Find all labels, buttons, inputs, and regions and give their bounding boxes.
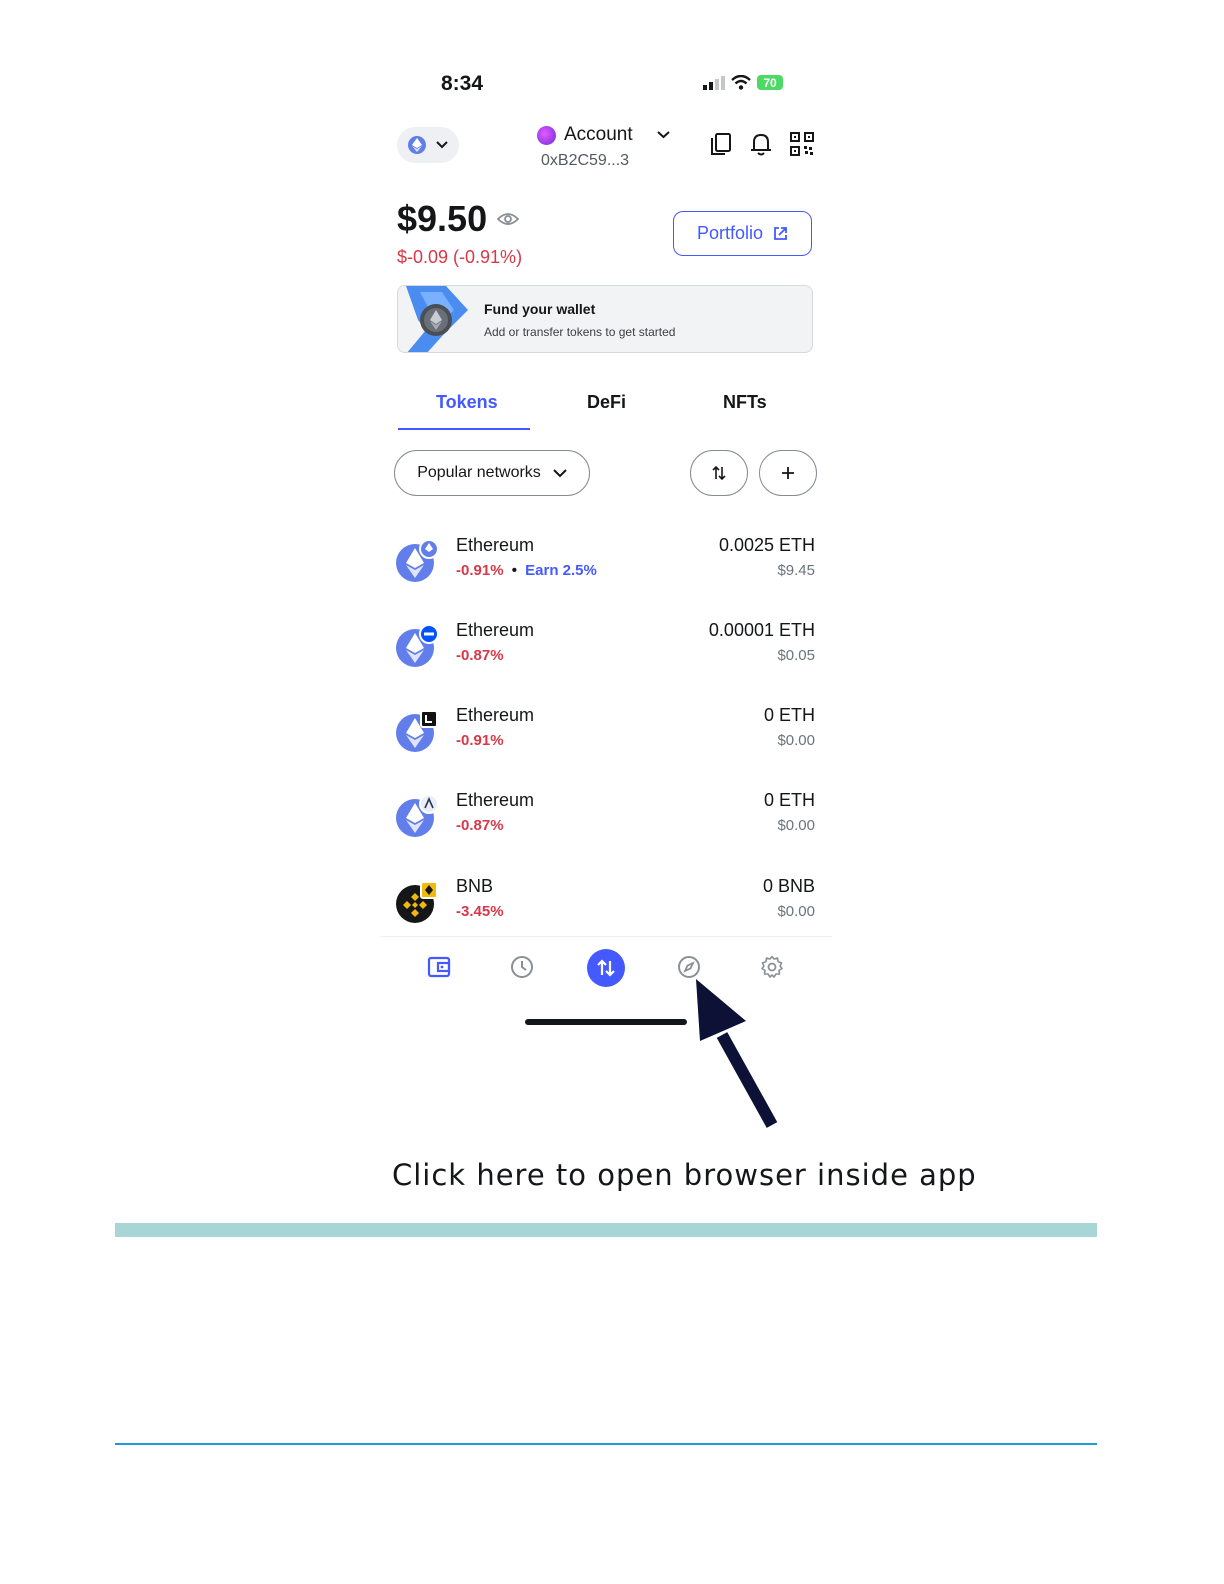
- battery-icon: 70: [757, 75, 783, 90]
- token-change-value: -0.91%: [456, 562, 504, 579]
- token-amount: 0.00001 ETH: [708, 620, 815, 640]
- token-fiat: $0.00: [777, 903, 815, 920]
- external-link-icon: [774, 227, 787, 240]
- token-change: -0.91%: [456, 732, 504, 749]
- status-icons: 70: [703, 75, 783, 90]
- token-row[interactable]: BNB -3.45% 0 BNB $0.00: [395, 876, 817, 936]
- popular-networks-filter[interactable]: Popular networks: [394, 450, 590, 496]
- tab-defi[interactable]: DeFi: [587, 392, 626, 413]
- token-amount: 0.0025 ETH: [718, 535, 815, 555]
- filter-label: Popular networks: [417, 464, 541, 481]
- copy-icon[interactable]: [710, 132, 732, 156]
- token-fiat: $0.05: [777, 647, 815, 664]
- token-amount: 0 ETH: [763, 705, 815, 725]
- signal-icon: [703, 75, 725, 90]
- clock-icon[interactable]: [510, 955, 534, 979]
- sort-arrows-icon: [712, 465, 726, 481]
- network-selector[interactable]: [397, 127, 459, 163]
- bell-icon[interactable]: [750, 132, 772, 156]
- header-actions: [710, 132, 814, 156]
- avatar: [537, 125, 556, 145]
- home-indicator: [525, 1019, 687, 1025]
- fund-wallet-illustration: [406, 286, 468, 352]
- ethereum-base-token-icon: [396, 624, 439, 667]
- wallet-icon[interactable]: [427, 955, 451, 979]
- token-change: -0.91% • Earn 2.5%: [456, 562, 597, 579]
- token-row[interactable]: Ethereum -0.87% 0 ETH $0.00: [395, 790, 817, 850]
- token-change: -0.87%: [456, 647, 504, 664]
- annotation-caption: Click here to open browser inside app: [392, 1158, 977, 1192]
- token-name: Ethereum: [456, 620, 535, 640]
- token-fiat: $0.00: [777, 732, 815, 749]
- active-tab-indicator: [398, 428, 530, 430]
- account-name: Account: [564, 124, 633, 145]
- token-fiat: $0.00: [777, 817, 815, 834]
- token-row[interactable]: Ethereum -0.91% 0 ETH $0.00: [395, 705, 817, 765]
- status-time: 8:34: [441, 72, 484, 95]
- token-row[interactable]: Ethereum -0.91% • Earn 2.5% 0.0025 ETH $…: [395, 535, 817, 595]
- fund-card-title: Fund your wallet: [484, 301, 596, 317]
- ethereum-icon: [408, 136, 426, 154]
- balance-change: $-0.09 (-0.91%): [397, 247, 523, 267]
- account-address[interactable]: 0xB2C59...3: [541, 152, 629, 170]
- ethereum-linea-token-icon: [396, 710, 438, 752]
- earn-link[interactable]: Earn 2.5%: [525, 562, 597, 579]
- chevron-down-icon: [436, 141, 448, 149]
- tab-tokens[interactable]: Tokens: [436, 392, 498, 413]
- ethereum-arbitrum-token-icon: [396, 794, 439, 837]
- separator-dot: •: [511, 562, 517, 579]
- ethereum-earn-token-icon: [396, 539, 439, 582]
- add-token-button[interactable]: [759, 450, 817, 496]
- qr-scan-icon[interactable]: [790, 132, 814, 156]
- token-amount: 0 BNB: [762, 876, 815, 896]
- chevron-down-icon: [553, 468, 567, 477]
- token-change: -3.45%: [456, 903, 504, 920]
- eye-icon[interactable]: [497, 212, 520, 226]
- token-fiat: $9.45: [777, 562, 815, 579]
- token-amount: 0 ETH: [763, 790, 815, 810]
- divider-bar: [115, 1223, 1097, 1237]
- token-row[interactable]: Ethereum -0.87% 0.00001 ETH $0.05: [395, 620, 817, 680]
- fund-wallet-card[interactable]: Fund your wallet Add or transfer tokens …: [397, 285, 813, 353]
- balance-amount: $9.50: [397, 198, 488, 239]
- portfolio-button[interactable]: Portfolio: [673, 211, 812, 256]
- bnb-token-icon: [396, 881, 438, 923]
- token-name: Ethereum: [456, 705, 535, 725]
- fund-card-subtitle: Add or transfer tokens to get started: [484, 325, 676, 339]
- token-name: Ethereum: [456, 535, 535, 555]
- tab-nfts[interactable]: NFTs: [723, 392, 767, 413]
- balance: $9.50: [397, 198, 520, 240]
- token-name: Ethereum: [456, 790, 535, 810]
- annotation-arrow-icon: [696, 979, 778, 1128]
- sort-button[interactable]: [690, 450, 748, 496]
- portfolio-label: Portfolio: [696, 223, 764, 243]
- wifi-icon: [731, 75, 751, 90]
- token-name: BNB: [456, 876, 494, 896]
- plus-icon: [782, 467, 794, 479]
- account-selector[interactable]: Account: [537, 124, 670, 146]
- divider-line: [115, 1443, 1097, 1445]
- chevron-down-icon: [656, 131, 670, 139]
- swap-icon[interactable]: [587, 949, 625, 987]
- token-change: -0.87%: [456, 817, 504, 834]
